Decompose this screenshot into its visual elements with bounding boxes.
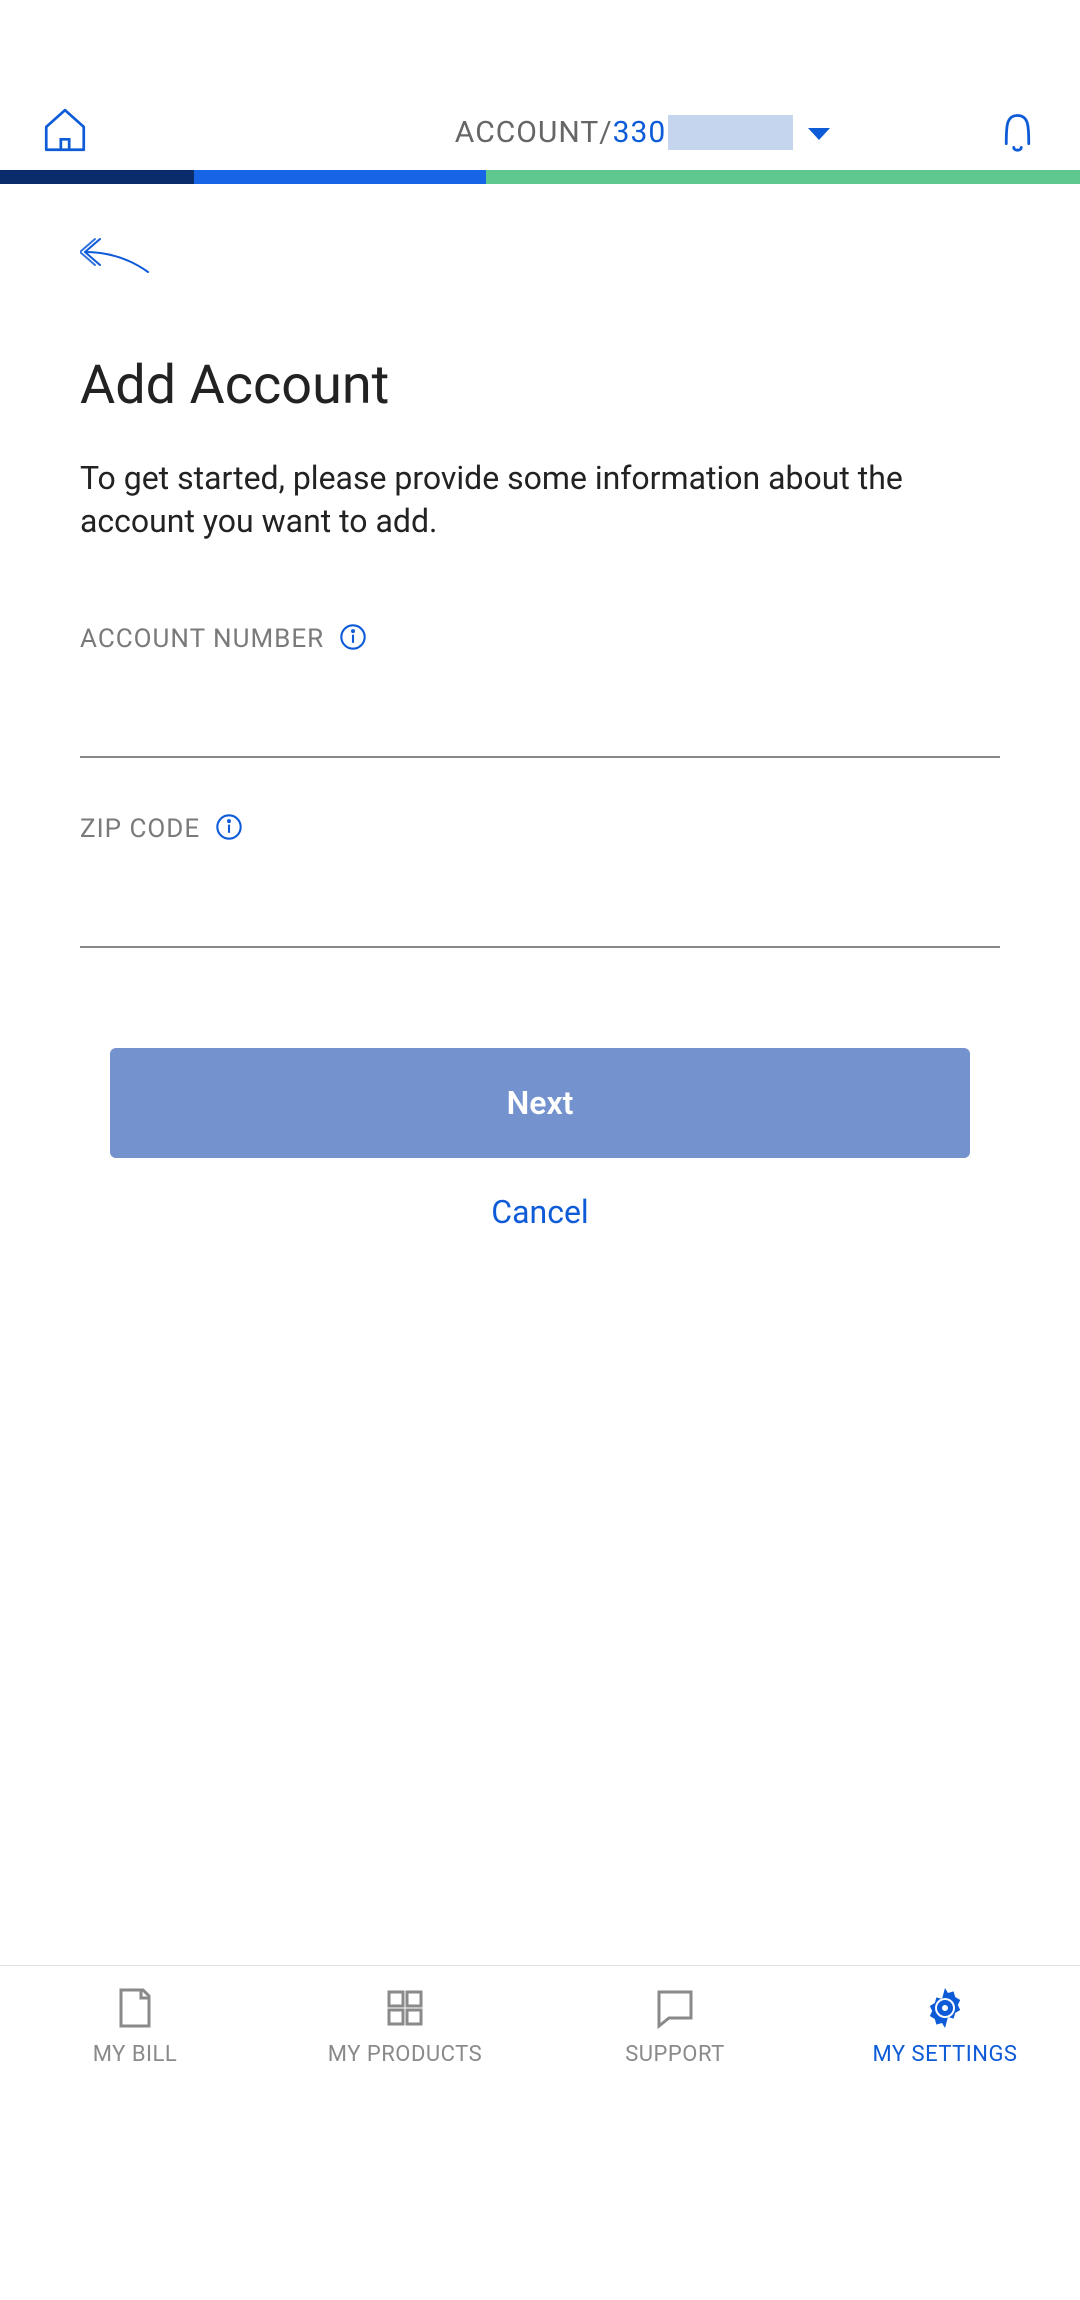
account-number: 330 [613, 115, 667, 150]
bell-icon [995, 108, 1040, 153]
nav-label: MY SETTINGS [872, 2042, 1017, 2067]
status-bar-space [0, 0, 1080, 110]
account-selector[interactable]: ACCOUNT/ 330 [90, 115, 995, 150]
account-label: ACCOUNT/ [455, 115, 613, 150]
button-container: Next Cancel [80, 1003, 1000, 1266]
notifications-button[interactable] [995, 108, 1040, 157]
chat-icon [651, 1984, 699, 2032]
field-label-row: ACCOUNT NUMBER [80, 623, 1000, 655]
info-icon [215, 813, 243, 841]
nav-item-my-settings[interactable]: MY SETTINGS [810, 1966, 1080, 2085]
zip-code-label: ZIP CODE [80, 814, 200, 844]
cancel-button[interactable]: Cancel [110, 1158, 970, 1266]
nav-item-support[interactable]: SUPPORT [540, 1966, 810, 2085]
nav-item-my-products[interactable]: MY PRODUCTS [270, 1966, 540, 2085]
bill-icon [111, 1984, 159, 2032]
account-number-redacted [668, 115, 793, 150]
main-content: Add Account To get started, please provi… [0, 184, 1080, 1266]
back-button[interactable] [80, 234, 1000, 274]
field-label-row: ZIP CODE [80, 813, 1000, 845]
account-number-info-button[interactable] [339, 623, 367, 655]
account-number-field-group: ACCOUNT NUMBER [80, 623, 1000, 758]
account-number-input[interactable] [80, 685, 1000, 758]
progress-segment [486, 170, 1080, 184]
home-button[interactable] [40, 106, 90, 160]
zip-code-info-button[interactable] [215, 813, 243, 845]
nav-label: MY BILL [93, 2042, 177, 2067]
next-button[interactable]: Next [110, 1048, 970, 1158]
progress-segment [0, 170, 194, 184]
top-header: ACCOUNT/ 330 [0, 110, 1080, 170]
back-arrow-icon [80, 234, 150, 274]
nav-label: MY PRODUCTS [328, 2042, 482, 2067]
grid-icon [381, 1984, 429, 2032]
info-icon [339, 623, 367, 651]
account-number-label: ACCOUNT NUMBER [80, 624, 324, 654]
page-title: Add Account [80, 354, 1000, 417]
home-icon [40, 106, 90, 156]
page-description: To get started, please provide some info… [80, 457, 1000, 543]
bottom-nav: MY BILL MY PRODUCTS SUPPORT MY SETTINGS [0, 1965, 1080, 2085]
chevron-down-icon [808, 115, 830, 150]
progress-segment [194, 170, 486, 184]
zip-code-field-group: ZIP CODE [80, 813, 1000, 948]
gear-icon [921, 1984, 969, 2032]
zip-code-input[interactable] [80, 875, 1000, 948]
nav-label: SUPPORT [625, 2042, 725, 2067]
nav-item-my-bill[interactable]: MY BILL [0, 1966, 270, 2085]
progress-bar [0, 170, 1080, 184]
